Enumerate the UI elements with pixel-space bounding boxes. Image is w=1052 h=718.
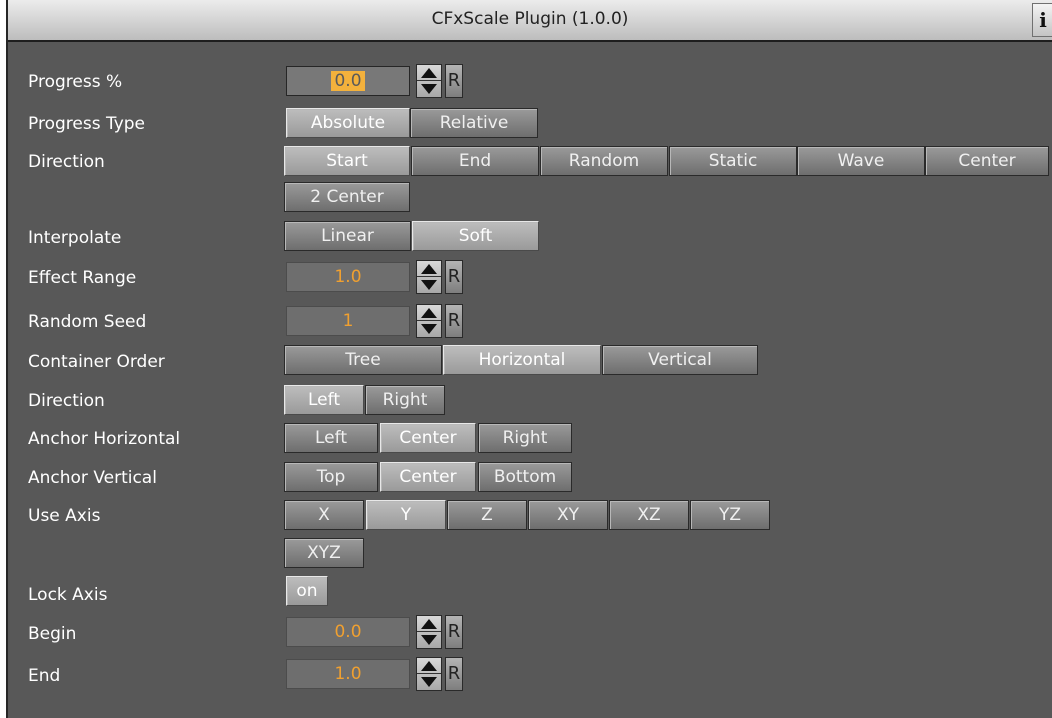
anchor-vertical-center-button[interactable]: Center (380, 462, 476, 492)
progress-type-absolute-button[interactable]: Absolute (286, 108, 410, 138)
container-order-tree-button[interactable]: Tree (284, 345, 442, 375)
direction-end-button[interactable]: End (411, 146, 539, 176)
anchor-horizontal-left-button[interactable]: Left (284, 423, 378, 453)
begin-spinner[interactable] (416, 615, 442, 649)
arrow-up-icon (421, 264, 437, 274)
progress-field[interactable]: 0.0 (286, 66, 410, 96)
progress-spinner[interactable] (416, 64, 442, 98)
end-reset-button[interactable]: R (445, 657, 463, 691)
direction-random-button[interactable]: Random (540, 146, 668, 176)
progress-type-relative-button[interactable]: Relative (410, 108, 538, 138)
end-spinner[interactable] (416, 657, 442, 691)
arrow-up-icon (421, 68, 437, 78)
container-order-vertical-button[interactable]: Vertical (602, 345, 758, 375)
end-field[interactable]: 1.0 (286, 659, 410, 689)
effect-range-field[interactable]: 1.0 (286, 262, 410, 292)
begin-label: Begin (28, 624, 77, 644)
use-axis-xyz-button[interactable]: XYZ (284, 538, 364, 568)
lock-axis-label: Lock Axis (28, 585, 108, 605)
arrow-down-icon (421, 324, 437, 334)
arrow-down-icon (421, 280, 437, 290)
anchor-vertical-top-button[interactable]: Top (284, 462, 378, 492)
use-axis-xy-button[interactable]: XY (528, 500, 608, 530)
lock-axis-toggle[interactable]: on (286, 576, 328, 606)
progress-value: 0.0 (331, 71, 365, 91)
direction2-right-button[interactable]: Right (365, 385, 445, 415)
arrow-up-icon (421, 619, 437, 629)
use-axis-label: Use Axis (28, 506, 101, 526)
anchor-horizontal-right-button[interactable]: Right (478, 423, 572, 453)
anchor-horizontal-center-button[interactable]: Center (380, 423, 476, 453)
random-seed-label: Random Seed (28, 312, 147, 332)
anchor-vertical-bottom-button[interactable]: Bottom (478, 462, 572, 492)
arrow-up-icon (421, 308, 437, 318)
begin-reset-button[interactable]: R (445, 615, 463, 649)
direction-center-button[interactable]: Center (925, 146, 1049, 176)
interpolate-soft-button[interactable]: Soft (412, 221, 539, 251)
arrow-down-icon (421, 84, 437, 94)
anchor-vertical-label: Anchor Vertical (28, 468, 157, 488)
anchor-horizontal-label: Anchor Horizontal (28, 429, 181, 449)
info-button[interactable]: i (1032, 3, 1052, 37)
effect-range-reset-button[interactable]: R (445, 260, 463, 294)
arrow-down-icon (421, 635, 437, 645)
direction2-label: Direction (28, 391, 105, 411)
container-order-horizontal-button[interactable]: Horizontal (443, 345, 601, 375)
begin-field[interactable]: 0.0 (286, 617, 410, 647)
arrow-down-icon (421, 677, 437, 687)
use-axis-xz-button[interactable]: XZ (609, 500, 689, 530)
use-axis-x-button[interactable]: X (284, 500, 364, 530)
progress-reset-button[interactable]: R (445, 64, 463, 98)
direction-static-button[interactable]: Static (669, 146, 797, 176)
plugin-panel: CFxScale Plugin (1.0.0) i Progress % 0.0… (6, 0, 1052, 718)
progress-label: Progress % (28, 72, 123, 92)
effect-range-label: Effect Range (28, 268, 137, 288)
progress-type-label: Progress Type (28, 114, 145, 134)
direction-label: Direction (28, 152, 105, 172)
end-label: End (28, 666, 61, 686)
random-seed-spinner[interactable] (416, 304, 442, 338)
use-axis-yz-button[interactable]: YZ (690, 500, 770, 530)
direction2-left-button[interactable]: Left (284, 385, 364, 415)
arrow-up-icon (421, 661, 437, 671)
title-bar: CFxScale Plugin (1.0.0) i (8, 0, 1052, 42)
use-axis-z-button[interactable]: Z (447, 500, 527, 530)
effect-range-spinner[interactable] (416, 260, 442, 294)
random-seed-reset-button[interactable]: R (445, 304, 463, 338)
interpolate-label: Interpolate (28, 228, 122, 248)
direction-start-button[interactable]: Start (284, 146, 410, 176)
random-seed-field[interactable]: 1 (286, 306, 410, 336)
interpolate-linear-button[interactable]: Linear (284, 221, 411, 251)
container-order-label: Container Order (28, 352, 165, 372)
use-axis-y-button[interactable]: Y (366, 500, 446, 530)
window-title: CFxScale Plugin (1.0.0) (431, 9, 629, 29)
direction-2center-button[interactable]: 2 Center (284, 182, 410, 212)
direction-wave-button[interactable]: Wave (797, 146, 925, 176)
